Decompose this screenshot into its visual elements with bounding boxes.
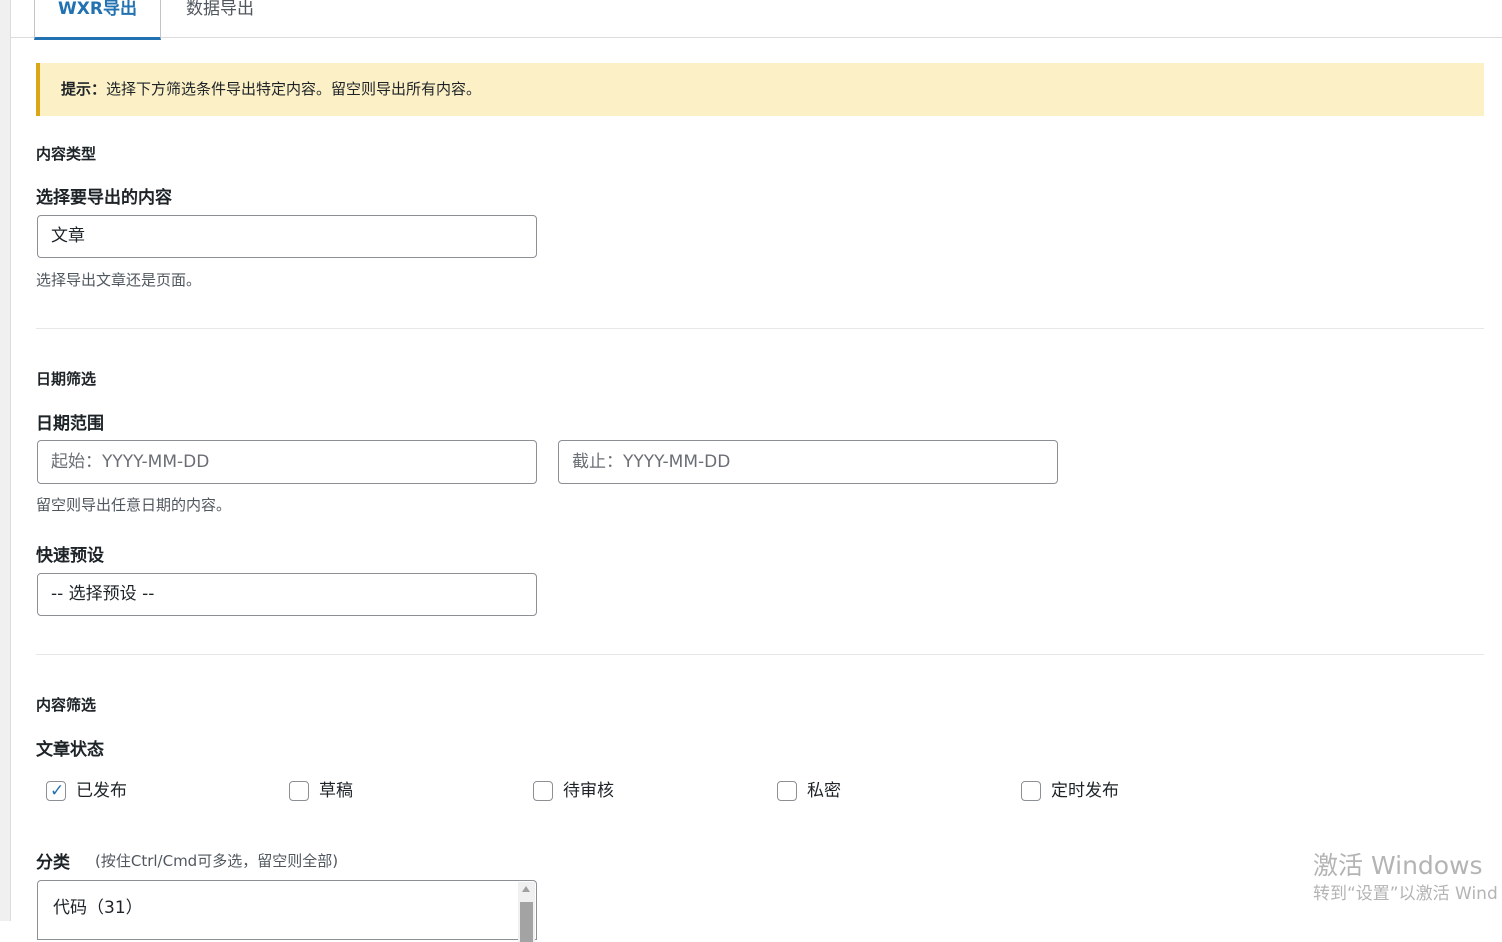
date-help: 留空则导出任意日期的内容。 <box>36 496 232 514</box>
checkbox-box[interactable] <box>289 781 309 801</box>
category-listbox[interactable]: 代码（31） <box>37 880 537 942</box>
tab-data-export[interactable]: 数据导出 <box>161 0 279 40</box>
tab-wxr-export[interactable]: WXR导出 <box>34 0 161 40</box>
notice-banner: 提示：选择下方筛选条件导出特定内容。留空则导出所有内容。 <box>36 63 1484 116</box>
start-date-input[interactable]: 起始：YYYY-MM-DD <box>37 440 537 484</box>
preset-selected: -- 选择预设 -- <box>51 584 155 604</box>
admin-left-rail <box>0 0 11 921</box>
checkbox-box[interactable] <box>1021 781 1041 801</box>
listbox-scrollbar[interactable] <box>518 882 535 942</box>
tab-data-export-label: 数据导出 <box>186 0 254 19</box>
section-content-filter: 内容筛选 <box>36 696 97 714</box>
watermark-line1: 激活 Windows <box>1313 851 1483 880</box>
tab-bar: WXR导出 数据导出 <box>11 0 1502 40</box>
section-date-filter: 日期筛选 <box>36 370 97 388</box>
divider-2 <box>36 654 1484 655</box>
windows-activation-watermark: 激活 Windows 转到“设置”以激活 Wind <box>1313 851 1498 907</box>
checkbox-box[interactable] <box>533 781 553 801</box>
end-date-placeholder: 截止：YYYY-MM-DD <box>572 452 731 472</box>
category-label: 分类 <box>36 853 70 873</box>
content-select-label: 选择要导出的内容 <box>36 188 172 208</box>
divider-1 <box>36 328 1484 329</box>
content-type-select[interactable]: 文章 <box>37 215 537 258</box>
status-label: 待审核 <box>563 781 614 801</box>
preset-label: 快速预设 <box>36 546 104 566</box>
scrollbar-thumb[interactable] <box>520 902 533 942</box>
preset-select[interactable]: -- 选择预设 -- <box>37 573 537 616</box>
scroll-up-arrow-icon[interactable] <box>522 886 530 892</box>
checkbox-box[interactable]: ✓ <box>46 781 66 801</box>
category-hint: (按住Ctrl/Cmd可多选，留空则全部) <box>95 852 339 870</box>
start-date-placeholder: 起始：YYYY-MM-DD <box>51 452 210 472</box>
post-status-label: 文章状态 <box>36 740 104 760</box>
watermark-line2: 转到“设置”以激活 Wind <box>1313 884 1498 904</box>
status-label: 私密 <box>807 781 841 801</box>
checkmark-icon: ✓ <box>50 781 65 801</box>
status-label: 已发布 <box>76 781 127 801</box>
notice-text: 选择下方筛选条件导出特定内容。留空则导出所有内容。 <box>106 80 482 98</box>
notice-prefix: 提示： <box>61 80 107 98</box>
end-date-input[interactable]: 截止：YYYY-MM-DD <box>558 440 1058 484</box>
checkbox-box[interactable] <box>777 781 797 801</box>
category-option[interactable]: 代码（31） <box>53 893 143 918</box>
date-range-label: 日期范围 <box>36 414 104 434</box>
status-label: 草稿 <box>319 781 353 801</box>
content-type-selected: 文章 <box>51 226 85 246</box>
tab-wxr-export-label: WXR导出 <box>58 0 137 19</box>
content-type-help: 选择导出文章还是页面。 <box>36 271 202 289</box>
status-label: 定时发布 <box>1051 781 1119 801</box>
section-content-type: 内容类型 <box>36 145 97 163</box>
